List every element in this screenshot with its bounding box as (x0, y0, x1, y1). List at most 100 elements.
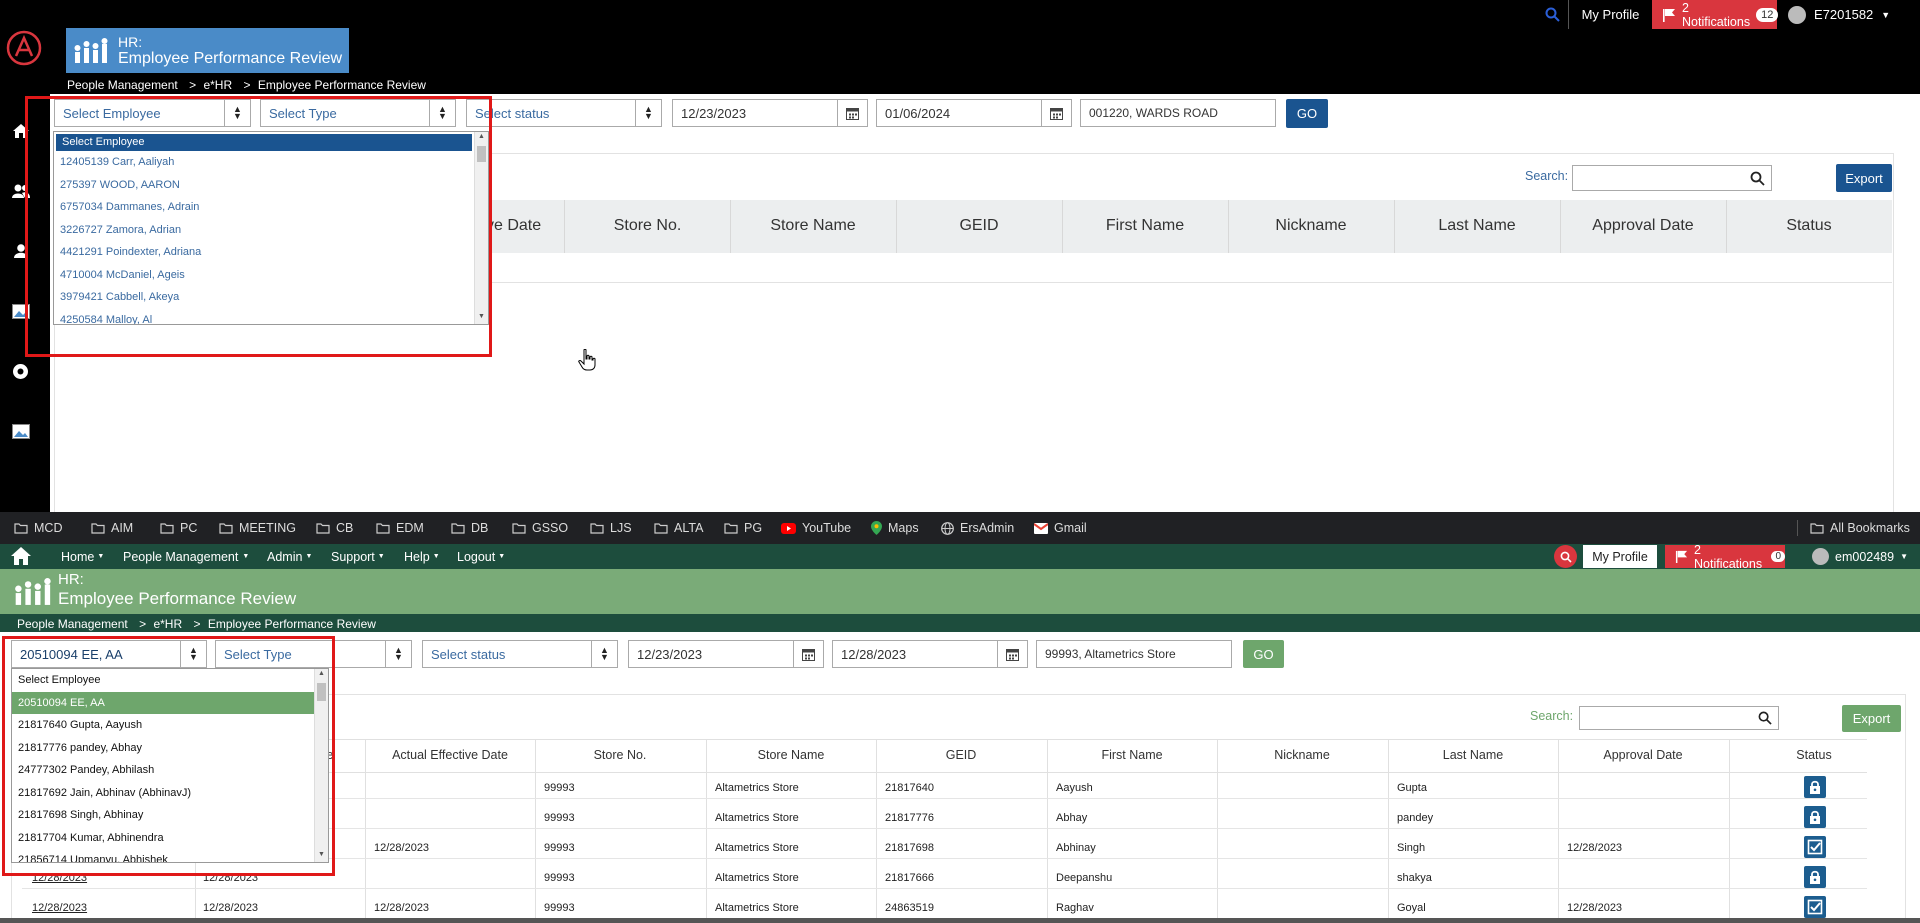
table-search-input[interactable] (1572, 165, 1772, 191)
date-from-value: 12/23/2023 (681, 106, 747, 121)
column-header[interactable]: Approval Date (1558, 748, 1728, 762)
my-profile-link[interactable]: My Profile (1568, 0, 1652, 29)
status-select[interactable]: Select status ▲ ▼ (466, 99, 662, 127)
check-icon[interactable] (1804, 836, 1826, 858)
top-logo: HR: Employee Performance Review (66, 28, 349, 73)
nav-admin[interactable]: Admin ▼ (267, 544, 312, 569)
column-header[interactable]: First Name (1047, 748, 1217, 762)
calendar-icon[interactable] (997, 641, 1027, 667)
nav-home[interactable]: Home ▼ (61, 544, 104, 569)
bookmark-folder[interactable]: PG (724, 512, 762, 544)
calendar-icon[interactable] (793, 641, 823, 667)
user-menu[interactable]: em002489 ▼ (1812, 544, 1908, 569)
home-icon[interactable] (11, 547, 31, 565)
bookmark-label: LJS (610, 521, 632, 535)
date-from-field[interactable]: 12/23/2023 (628, 640, 824, 668)
bookmarks-bar: MCD AIM PC MEETING CB EDM DB GSSO LJS AL… (0, 512, 1920, 544)
column-header[interactable]: Store No. (565, 217, 730, 235)
date-from-field[interactable]: 12/23/2023 (672, 99, 868, 127)
store-field[interactable]: 001220, WARDS ROAD (1080, 99, 1276, 127)
column-header[interactable]: Last Name (1394, 217, 1560, 235)
column-divider (1217, 739, 1218, 923)
bookmark-folder[interactable]: PC (160, 512, 197, 544)
breadcrumb-ehr[interactable]: e*HR (203, 78, 232, 92)
column-header[interactable]: First Name (1062, 217, 1228, 235)
column-header[interactable]: Nickname (1228, 217, 1394, 235)
cell-date-link[interactable]: 12/28/2023 (32, 902, 87, 914)
lock-icon[interactable] (1804, 806, 1826, 828)
column-header[interactable]: GEID (876, 748, 1046, 762)
bookmark-folder[interactable]: ALTA (654, 512, 703, 544)
brand-logo-icon[interactable] (6, 30, 42, 66)
column-header[interactable]: Last Name (1388, 748, 1558, 762)
folder-icon (160, 523, 174, 534)
bookmark-folder[interactable]: CB (316, 512, 353, 544)
picture-icon[interactable] (12, 424, 30, 439)
search-icon[interactable] (1750, 171, 1765, 186)
column-header[interactable]: Status (1726, 217, 1892, 235)
search-icon[interactable] (1554, 545, 1577, 568)
date-to-field[interactable]: 01/06/2024 (876, 99, 1072, 127)
go-button[interactable]: GO (1286, 99, 1328, 128)
lock-icon[interactable] (1804, 776, 1826, 798)
bookmark-gmail[interactable]: Gmail (1034, 512, 1087, 544)
column-header[interactable]: Store No. (535, 748, 705, 762)
export-button[interactable]: Export (1836, 164, 1892, 192)
notifications-button[interactable]: 2 Notifications 12 (1652, 0, 1779, 29)
bookmark-folder[interactable]: AIM (91, 512, 133, 544)
breadcrumb-people-management[interactable]: People Management (17, 617, 128, 631)
all-bookmarks[interactable]: All Bookmarks (1810, 512, 1910, 544)
column-header[interactable]: Approval Date (1560, 217, 1726, 235)
date-from-value: 12/23/2023 (637, 647, 703, 662)
search-icon[interactable] (1545, 7, 1560, 22)
people-icon (74, 38, 110, 64)
column-header[interactable]: Actual Effective Date (365, 748, 535, 762)
export-button[interactable]: Export (1842, 705, 1901, 732)
globe-icon (941, 521, 954, 535)
calendar-icon[interactable] (1041, 100, 1071, 126)
nav-logout[interactable]: Logout ▼ (457, 544, 505, 569)
nav-help[interactable]: Help ▼ (404, 544, 440, 569)
check-icon[interactable] (1804, 896, 1826, 918)
youtube-icon (781, 522, 796, 534)
bookmark-maps[interactable]: Maps (871, 512, 919, 544)
column-header[interactable]: Nickname (1217, 748, 1387, 762)
breadcrumb-ehr[interactable]: e*HR (153, 617, 182, 631)
bookmark-folder[interactable]: MEETING (219, 512, 296, 544)
bookmark-folder[interactable]: DB (451, 512, 488, 544)
calendar-icon[interactable] (837, 100, 867, 126)
bottom-app-window: Home ▼ People Management ▼ Admin ▼ Support ▼… (0, 544, 1920, 923)
bookmark-label: Gmail (1054, 521, 1087, 535)
nav-support[interactable]: Support ▼ (331, 544, 385, 569)
table-search-input[interactable] (1579, 706, 1779, 730)
column-header[interactable]: Status (1729, 748, 1899, 762)
search-icon[interactable] (1758, 711, 1772, 725)
bookmark-youtube[interactable]: YouTube (781, 512, 851, 544)
cell-store-no: 99993 (544, 902, 575, 914)
notifications-button[interactable]: 2 Notifications 0 (1665, 544, 1785, 571)
top-app-window: HR: Employee Performance Review My Profi… (0, 0, 1920, 512)
nav-people-management[interactable]: People Management ▼ (123, 544, 249, 569)
gmail-icon (1034, 522, 1048, 534)
go-button[interactable]: GO (1243, 640, 1284, 668)
user-menu[interactable]: E7201582 ▼ (1778, 0, 1920, 29)
store-field[interactable]: 99993, Altametrics Store (1036, 640, 1232, 668)
column-header[interactable]: Store Name (730, 217, 896, 235)
lock-icon[interactable] (1804, 866, 1826, 888)
breadcrumb-people-management[interactable]: People Management (67, 78, 178, 92)
my-profile-link[interactable]: My Profile (1583, 545, 1657, 568)
column-header[interactable]: Store Name (706, 748, 876, 762)
bookmark-folder[interactable]: LJS (590, 512, 632, 544)
cell-last-name: pandey (1397, 812, 1434, 824)
bookmark-folder[interactable]: GSSO (512, 512, 568, 544)
bookmark-folder[interactable]: EDM (376, 512, 424, 544)
bookmark-label: Maps (888, 521, 919, 535)
support-icon[interactable] (12, 363, 29, 380)
bookmark-ersadmin[interactable]: ErsAdmin (941, 512, 1014, 544)
cell-store-no: 99993 (544, 872, 575, 884)
bookmarks-divider (1797, 520, 1798, 536)
column-header[interactable]: GEID (896, 217, 1062, 235)
date-to-field[interactable]: 12/28/2023 (832, 640, 1028, 668)
bookmark-folder[interactable]: MCD (14, 512, 62, 544)
status-select[interactable]: Select status ▲ ▼ (422, 640, 618, 668)
